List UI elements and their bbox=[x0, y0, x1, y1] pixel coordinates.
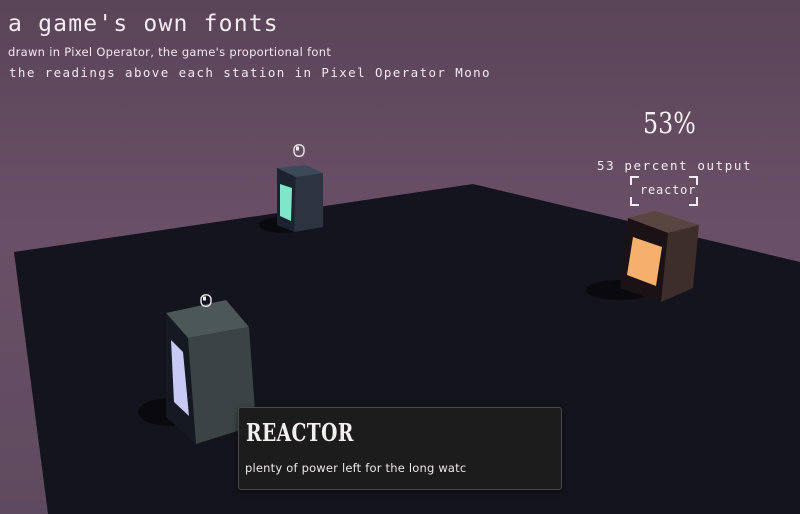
reactor-target-label: reactor bbox=[640, 183, 697, 197]
bracket-corner bbox=[689, 197, 698, 206]
subtitle-proportional: drawn in Pixel Operator, the game's prop… bbox=[8, 45, 332, 59]
info-panel-title: REACTOR bbox=[246, 418, 354, 447]
bracket-corner bbox=[630, 197, 639, 206]
station-far-screen bbox=[280, 184, 292, 221]
reactor-target-bracket[interactable]: reactor bbox=[630, 176, 698, 206]
subtitle-mono: the readings above each station in Pixel… bbox=[9, 65, 491, 80]
reactor-percent-label: 53% bbox=[643, 106, 696, 140]
station-far[interactable] bbox=[259, 165, 323, 233]
info-panel-body: plenty of power left for the long watc bbox=[245, 461, 467, 475]
reactor-output-label: 53 percent output bbox=[597, 158, 753, 173]
bracket-corner bbox=[630, 176, 639, 185]
mouse-icon bbox=[293, 144, 305, 157]
station-far-side bbox=[294, 173, 323, 232]
info-panel: REACTOR plenty of power left for the lon… bbox=[238, 407, 562, 490]
mouse-icon bbox=[200, 294, 212, 307]
page-title: a game's own fonts bbox=[8, 11, 279, 37]
